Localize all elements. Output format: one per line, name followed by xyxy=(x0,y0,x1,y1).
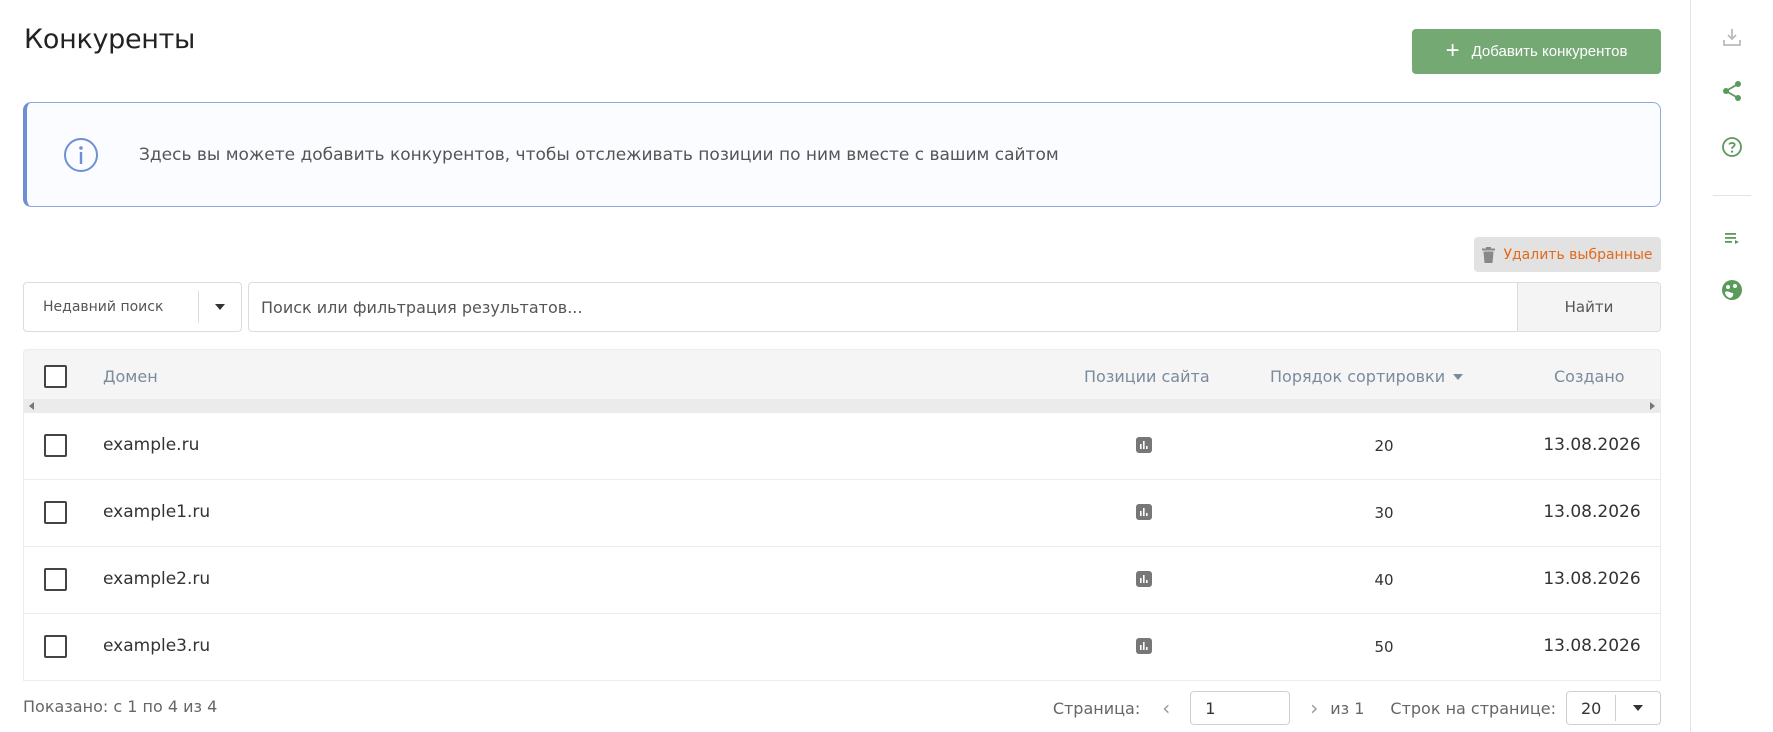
page-label: Страница: xyxy=(1052,698,1141,718)
order-cell: 30 xyxy=(1374,504,1394,522)
positions-chart-icon[interactable] xyxy=(1132,636,1156,654)
created-cell: 13.08.2026 xyxy=(1543,435,1641,455)
positions-chart-icon[interactable] xyxy=(1132,502,1156,520)
recent-search-label: Недавний поиск xyxy=(43,299,164,315)
chevron-left-icon[interactable]: ‹ xyxy=(1156,696,1176,720)
add-competitors-label: Добавить конкурентов xyxy=(1471,43,1628,60)
info-banner: Здесь вы можете добавить конкурентов, чт… xyxy=(23,102,1661,207)
scroll-left-icon[interactable] xyxy=(29,402,34,410)
created-cell: 13.08.2026 xyxy=(1543,569,1641,589)
recent-search-dropdown[interactable]: Недавний поиск xyxy=(23,282,242,332)
pagination: Страница: ‹ › из 1 Строк на странице: 20 xyxy=(1053,690,1661,726)
positions-chart-icon[interactable] xyxy=(1132,435,1156,453)
table-footer: Показано: с 1 по 4 из 4 Страница: ‹ › из… xyxy=(23,690,1661,726)
row-checkbox[interactable] xyxy=(44,568,67,591)
info-circle-icon xyxy=(64,137,98,172)
created-cell: 13.08.2026 xyxy=(1543,502,1641,522)
order-cell: 20 xyxy=(1374,437,1394,455)
positions-chart-icon[interactable] xyxy=(1132,569,1156,587)
rows-per-page-value: 20 xyxy=(1581,698,1602,718)
download-icon[interactable] xyxy=(1719,24,1745,50)
search-input[interactable] xyxy=(249,283,1517,331)
column-header-order-label: Порядок сортировки xyxy=(1270,367,1446,386)
delete-selected-label: Удалить выбранные xyxy=(1503,246,1653,263)
add-competitors-button[interactable]: + Добавить конкурентов xyxy=(1412,29,1661,74)
page-title: Конкуренты xyxy=(24,24,196,55)
table-header: Домен Позиции сайта Порядок сортировки С… xyxy=(23,349,1661,413)
chevron-right-icon[interactable]: › xyxy=(1304,696,1324,720)
domain-cell: example1.ru xyxy=(103,502,211,522)
right-toolbar xyxy=(1690,0,1773,732)
table-row: example.ru 20 13.08.2026 xyxy=(23,413,1661,480)
playlist-icon[interactable] xyxy=(1719,225,1745,251)
table-row: example3.ru 50 13.08.2026 xyxy=(23,614,1661,681)
row-checkbox[interactable] xyxy=(44,434,67,457)
order-cell: 50 xyxy=(1374,638,1394,656)
shown-count: Показано: с 1 по 4 из 4 xyxy=(23,697,218,716)
select-all-checkbox[interactable] xyxy=(44,365,67,388)
page-total: из 1 xyxy=(1330,698,1365,718)
search-button[interactable]: Найти xyxy=(1517,283,1660,331)
table-row: example1.ru 30 13.08.2026 xyxy=(23,480,1661,547)
share-icon[interactable] xyxy=(1719,78,1745,104)
rows-per-page-select[interactable]: 20 xyxy=(1566,691,1661,725)
sort-desc-icon xyxy=(1453,373,1464,380)
main-content: Конкуренты + Добавить конкурентов Здесь … xyxy=(0,0,1690,732)
page-number-input[interactable] xyxy=(1190,691,1291,725)
column-header-order[interactable]: Порядок сортировки xyxy=(1270,367,1464,386)
info-text: Здесь вы можете добавить конкурентов, чт… xyxy=(139,144,1059,165)
scroll-right-icon[interactable] xyxy=(1650,402,1655,410)
created-cell: 13.08.2026 xyxy=(1543,636,1641,656)
competitors-table: Домен Позиции сайта Порядок сортировки С… xyxy=(23,349,1661,681)
column-header-created[interactable]: Создано xyxy=(1554,367,1625,386)
rows-per-page-label: Строк на странице: xyxy=(1390,698,1556,718)
table-row: example2.ru 40 13.08.2026 xyxy=(23,547,1661,614)
row-checkbox[interactable] xyxy=(44,501,67,524)
row-checkbox[interactable] xyxy=(44,635,67,658)
column-header-positions[interactable]: Позиции сайта xyxy=(1084,367,1210,386)
domain-cell: example3.ru xyxy=(103,636,211,656)
help-icon[interactable] xyxy=(1719,134,1745,160)
column-header-domain[interactable]: Домен xyxy=(103,367,158,386)
chevron-down-icon[interactable] xyxy=(199,304,241,310)
chevron-down-icon[interactable] xyxy=(1616,705,1660,711)
divider xyxy=(1713,195,1751,196)
domain-cell: example.ru xyxy=(103,435,200,455)
delete-selected-button[interactable]: Удалить выбранные xyxy=(1474,237,1661,272)
trash-icon xyxy=(1482,246,1496,263)
plus-icon: + xyxy=(1445,36,1460,64)
search-bar: Найти xyxy=(248,282,1661,332)
palette-icon[interactable] xyxy=(1719,277,1745,303)
order-cell: 40 xyxy=(1374,571,1394,589)
domain-cell: example2.ru xyxy=(103,569,211,589)
horizontal-scrollbar[interactable] xyxy=(24,399,1660,413)
